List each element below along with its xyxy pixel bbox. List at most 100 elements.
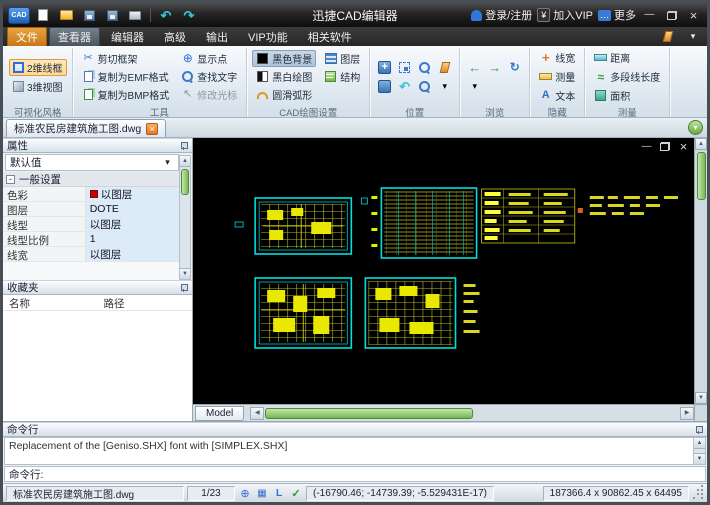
minimize-button[interactable] xyxy=(641,8,658,23)
save-button[interactable] xyxy=(79,6,99,24)
ribbon-item-edit-cursor[interactable]: 修改光标 xyxy=(177,86,241,103)
scroll-thumb[interactable] xyxy=(697,152,706,200)
menu-file[interactable]: 文件 xyxy=(7,27,47,47)
scroll-up-icon[interactable] xyxy=(694,438,705,449)
ribbon-item-lineweight[interactable]: 线宽 xyxy=(535,49,579,66)
redo-button[interactable] xyxy=(179,6,199,24)
join-vip-button[interactable]: 加入VIP xyxy=(537,7,593,23)
zoom-scale-dropdown[interactable] xyxy=(435,78,454,95)
pin-icon[interactable] xyxy=(695,426,703,434)
pan-button[interactable] xyxy=(375,59,394,76)
property-preset-dropdown[interactable]: 默认值 xyxy=(5,154,179,171)
ribbon-item-layers[interactable]: 图层 xyxy=(320,50,364,67)
ribbon-item-bw-drawing[interactable]: 黑白绘图 xyxy=(252,68,316,85)
zoom-dynamic-button[interactable] xyxy=(415,78,434,95)
login-register-button[interactable]: 登录/注册 xyxy=(471,7,532,23)
print-button[interactable] xyxy=(125,6,145,24)
ribbon-item-measure-toggle[interactable]: 测量 xyxy=(535,68,579,85)
maximize-button[interactable] xyxy=(663,8,680,23)
drawing-canvas[interactable]: Model xyxy=(193,138,707,421)
forward-button[interactable] xyxy=(485,59,504,76)
document-tab[interactable]: 标准农民房建筑施工图.dwg xyxy=(6,119,166,137)
menu-viewer[interactable]: 查看器 xyxy=(49,27,100,47)
refresh-button[interactable] xyxy=(505,59,524,76)
property-value-linetype[interactable]: 以图层 xyxy=(86,217,179,231)
scroll-down-icon[interactable] xyxy=(694,453,705,464)
ribbon-item-show-points[interactable]: 显示点 xyxy=(177,50,241,67)
ortho-toggle-icon[interactable] xyxy=(272,486,286,500)
more-button[interactable]: 更多 xyxy=(598,7,636,23)
menu-vip-features[interactable]: VIP功能 xyxy=(239,27,297,47)
scroll-left-icon[interactable] xyxy=(250,407,264,420)
scroll-right-icon[interactable] xyxy=(680,407,694,420)
browse-dropdown[interactable] xyxy=(465,78,484,95)
mdi-restore-icon[interactable] xyxy=(660,142,670,151)
lineweight-icon xyxy=(539,51,552,64)
ribbon-item-black-background[interactable]: 黑色背景 xyxy=(252,50,316,67)
ribbon-item-find-text[interactable]: 查找文字 xyxy=(177,68,241,85)
zoom-in-button[interactable] xyxy=(415,59,434,76)
ribbon-item-area[interactable]: 面积 xyxy=(590,87,664,104)
ribbon-item-copy-emf[interactable]: 复制为EMF格式 xyxy=(78,68,174,85)
scroll-up-icon[interactable] xyxy=(695,138,707,150)
ribbon-item-3d-view[interactable]: 3维视图 xyxy=(9,78,67,95)
status-extents: 187366.4 x 90862.45 x 64495 xyxy=(543,486,689,501)
ribbon-item-smooth-arc[interactable]: 圆滑弧形 xyxy=(252,86,316,103)
ribbon-collapse-button[interactable] xyxy=(683,28,703,46)
app-window: CAD 迅捷CAD编辑器 登录/注册 加入VIP 更多 文件 查看器 编辑器 高… xyxy=(0,0,710,505)
scroll-down-icon[interactable] xyxy=(695,392,707,404)
menu-related-software[interactable]: 相关软件 xyxy=(299,27,361,47)
zoom-extents-button[interactable] xyxy=(375,78,394,95)
open-file-button[interactable] xyxy=(56,6,76,24)
ribbon-item-polyline-length[interactable]: 多段线长度 xyxy=(590,68,664,85)
scroll-up-icon[interactable] xyxy=(180,156,190,167)
command-input[interactable] xyxy=(47,468,701,480)
zoom-window-button[interactable] xyxy=(395,59,414,76)
canvas-horizontal-scrollbar[interactable] xyxy=(244,405,694,421)
collapse-icon[interactable] xyxy=(6,175,15,184)
ribbon-item-distance[interactable]: 距离 xyxy=(590,49,664,66)
ribbon-item-structure[interactable]: 结构 xyxy=(320,68,364,85)
property-value-color[interactable]: 以图层 xyxy=(86,187,179,201)
menu-advanced[interactable]: 高级 xyxy=(155,27,195,47)
new-file-button[interactable] xyxy=(33,6,53,24)
scroll-thumb[interactable] xyxy=(265,408,472,419)
pin-icon[interactable] xyxy=(180,142,188,150)
undo-button[interactable] xyxy=(156,6,176,24)
command-scrollbar[interactable] xyxy=(693,438,705,464)
grid-toggle-icon[interactable] xyxy=(255,486,269,500)
property-value-lineweight[interactable]: 以图层 xyxy=(86,247,179,261)
ribbon-item-text-toggle[interactable]: 文本 xyxy=(535,87,579,104)
ribbon-item-copy-bmp[interactable]: 复制为BMP格式 xyxy=(78,86,174,103)
favorites-column-path[interactable]: 路径 xyxy=(98,295,193,310)
skin-button[interactable] xyxy=(658,28,678,46)
close-button[interactable] xyxy=(685,8,702,23)
property-value-layer[interactable]: DOTE xyxy=(86,202,179,216)
cad-drawing[interactable] xyxy=(193,138,694,404)
mdi-minimize-icon[interactable] xyxy=(640,140,653,153)
ribbon-item-clip-frame[interactable]: 剪切框架 xyxy=(78,50,174,67)
tab-list-dropdown[interactable] xyxy=(688,120,703,135)
resize-grip[interactable] xyxy=(692,487,704,500)
model-tab[interactable]: Model xyxy=(195,406,244,421)
canvas-vertical-scrollbar[interactable] xyxy=(694,138,707,404)
property-value-linetype-scale[interactable]: 1 xyxy=(86,232,179,246)
property-group-general[interactable]: 一般设置 xyxy=(3,172,179,187)
osnap-toggle-icon[interactable] xyxy=(238,486,252,500)
tab-close-icon[interactable] xyxy=(146,123,158,135)
save-as-icon xyxy=(107,10,118,21)
scroll-down-icon[interactable] xyxy=(180,268,190,279)
ribbon-item-2d-wireframe[interactable]: 2维线框 xyxy=(9,59,67,76)
scroll-thumb[interactable] xyxy=(181,169,189,195)
menu-editor[interactable]: 编辑器 xyxy=(102,27,153,47)
zoom-previous-button[interactable] xyxy=(395,78,414,95)
pin-icon[interactable] xyxy=(180,284,188,292)
save-as-button[interactable] xyxy=(102,6,122,24)
back-button[interactable] xyxy=(465,59,484,76)
redraw-button[interactable] xyxy=(435,59,454,76)
properties-scrollbar[interactable] xyxy=(179,155,191,280)
menu-output[interactable]: 输出 xyxy=(197,27,237,47)
mdi-close-icon[interactable] xyxy=(677,140,690,153)
favorites-list[interactable] xyxy=(3,311,192,421)
favorites-column-name[interactable]: 名称 xyxy=(3,295,98,310)
